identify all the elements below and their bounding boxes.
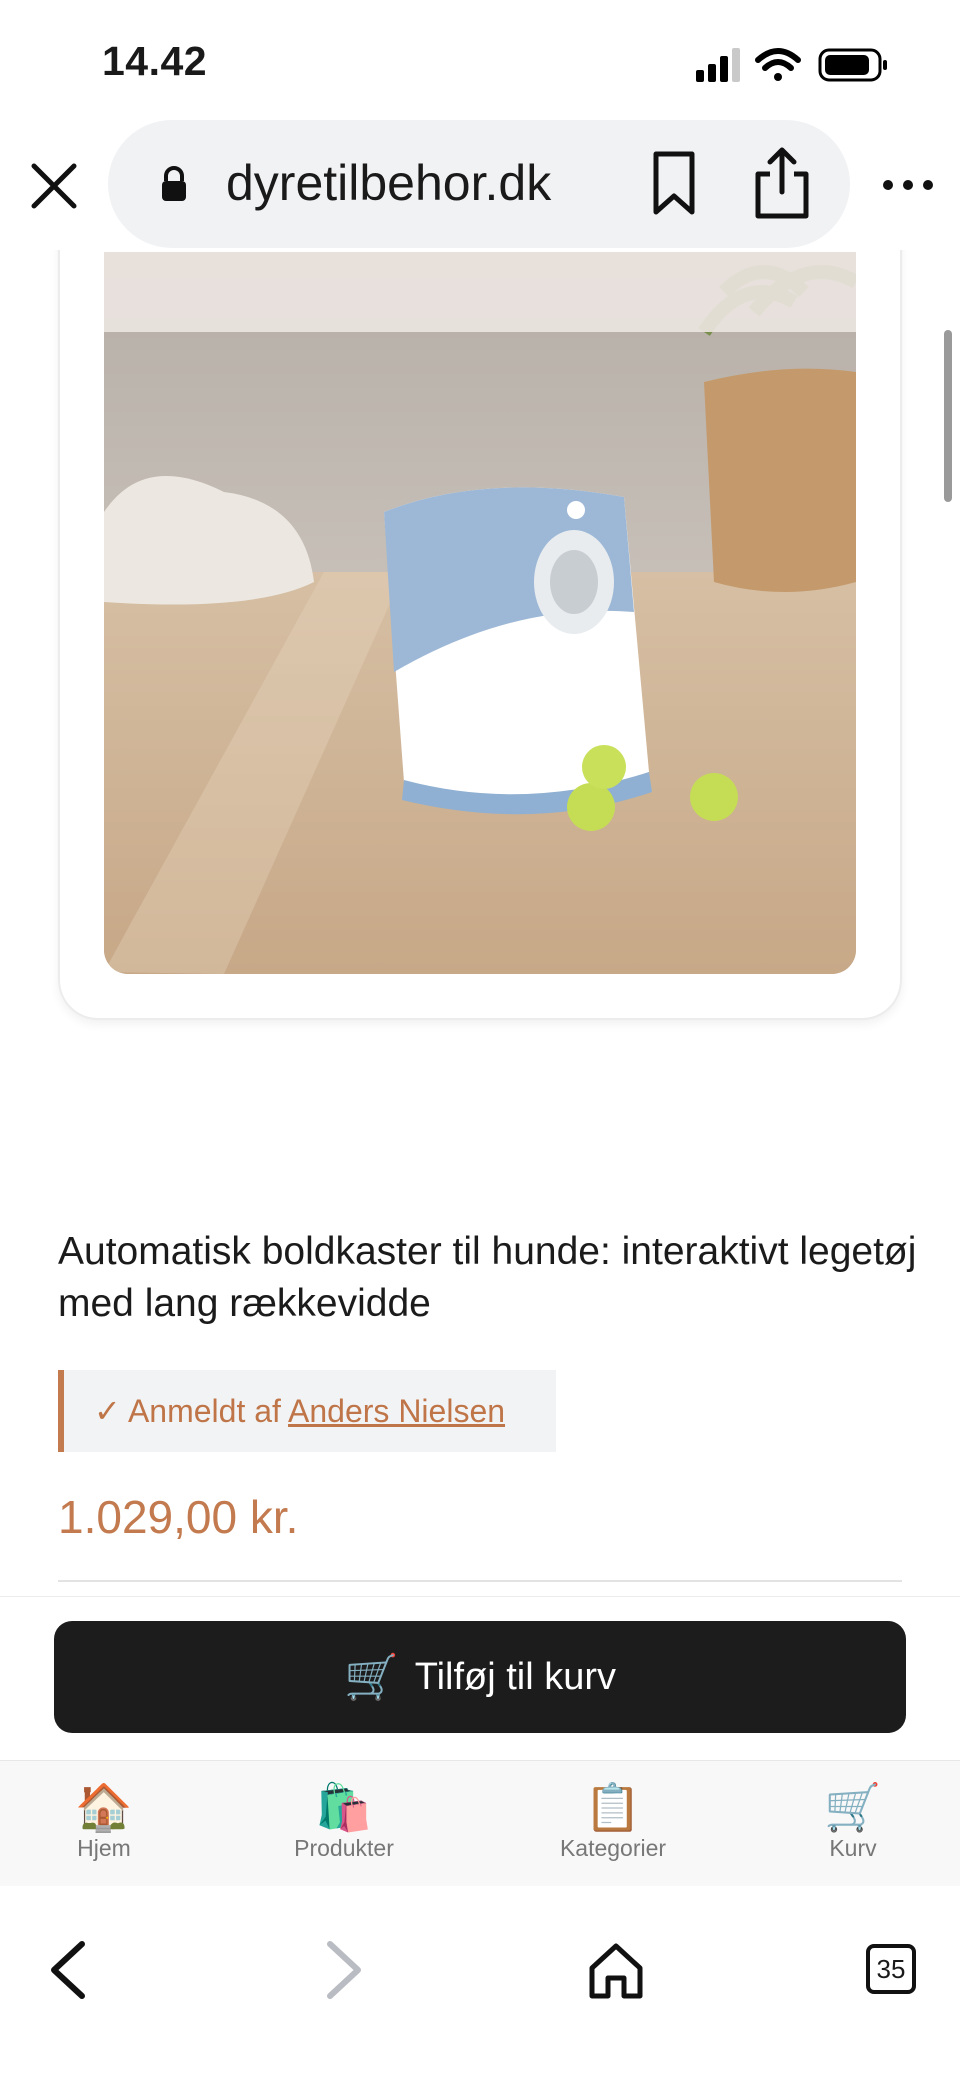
- product-image[interactable]: [104, 252, 856, 974]
- shopping-bags-icon: 🛍️: [315, 1780, 373, 1834]
- product-price: 1.029,00 kr.: [58, 1491, 299, 1543]
- product-title: Automatisk boldkaster til hunde: interak…: [58, 1230, 917, 1325]
- nav-item-categories[interactable]: 📋 Kategorier: [542, 1779, 684, 1879]
- nav-label: Kategorier: [559, 1835, 667, 1861]
- browser-url-row: dyretilbehor.dk: [0, 120, 960, 250]
- more-options-icon[interactable]: [880, 170, 936, 200]
- tabs-count-button[interactable]: 35: [866, 1944, 916, 1994]
- reviewer-link[interactable]: Anders Nielsen: [288, 1393, 505, 1429]
- status-bar: 14.42: [0, 0, 960, 120]
- nav-label: Hjem: [77, 1835, 131, 1861]
- share-icon[interactable]: [752, 146, 812, 220]
- status-icons: [696, 48, 887, 82]
- clipboard-icon: 📋: [584, 1780, 642, 1834]
- bookmark-icon[interactable]: [648, 150, 700, 216]
- shopping-cart-icon: 🛒: [343, 1652, 399, 1703]
- browser-toolbar: 35: [0, 1886, 960, 2078]
- shopping-cart-icon: 🛒: [824, 1780, 882, 1834]
- divider: [58, 1580, 902, 1582]
- review-prefix: ✓ Anmeldt af: [94, 1393, 289, 1429]
- wifi-icon: [755, 48, 801, 81]
- image-gallery-strip: [104, 252, 856, 332]
- battery-icon: [818, 48, 887, 82]
- home-icon[interactable]: [584, 1938, 648, 2002]
- url-text: dyretilbehor.dk: [226, 155, 552, 211]
- nav-item-cart[interactable]: 🛒 Kurv: [808, 1779, 898, 1879]
- status-time: 14.42: [102, 38, 208, 84]
- review-badge: ✓ Anmeldt af Anders Nielsen: [58, 1370, 556, 1452]
- nav-label: Kurv: [829, 1835, 877, 1861]
- address-bar[interactable]: dyretilbehor.dk: [108, 120, 850, 248]
- nav-item-home[interactable]: 🏠 Hjem: [56, 1779, 152, 1879]
- add-to-cart-label: Tilføj til kurv: [414, 1655, 617, 1698]
- add-to-cart-button[interactable]: 🛒 Tilføj til kurv: [54, 1621, 906, 1733]
- scrollbar[interactable]: [944, 330, 952, 502]
- bottom-navigation: 🏠 Hjem 🛍️ Produkter 📋 Kategorier 🛒 Kurv: [0, 1760, 960, 1886]
- nav-label: Produkter: [294, 1835, 394, 1861]
- house-icon: 🏠: [75, 1780, 133, 1834]
- forward-arrow-icon[interactable]: [310, 1938, 374, 2002]
- back-arrow-icon[interactable]: [38, 1938, 102, 2002]
- add-to-cart-bar: 🛒 Tilføj til kurv: [0, 1596, 960, 1760]
- lock-icon: [162, 166, 186, 201]
- cellular-signal-icon: [696, 48, 740, 82]
- nav-item-products[interactable]: 🛍️ Produkter: [276, 1779, 412, 1879]
- close-icon[interactable]: [28, 160, 80, 212]
